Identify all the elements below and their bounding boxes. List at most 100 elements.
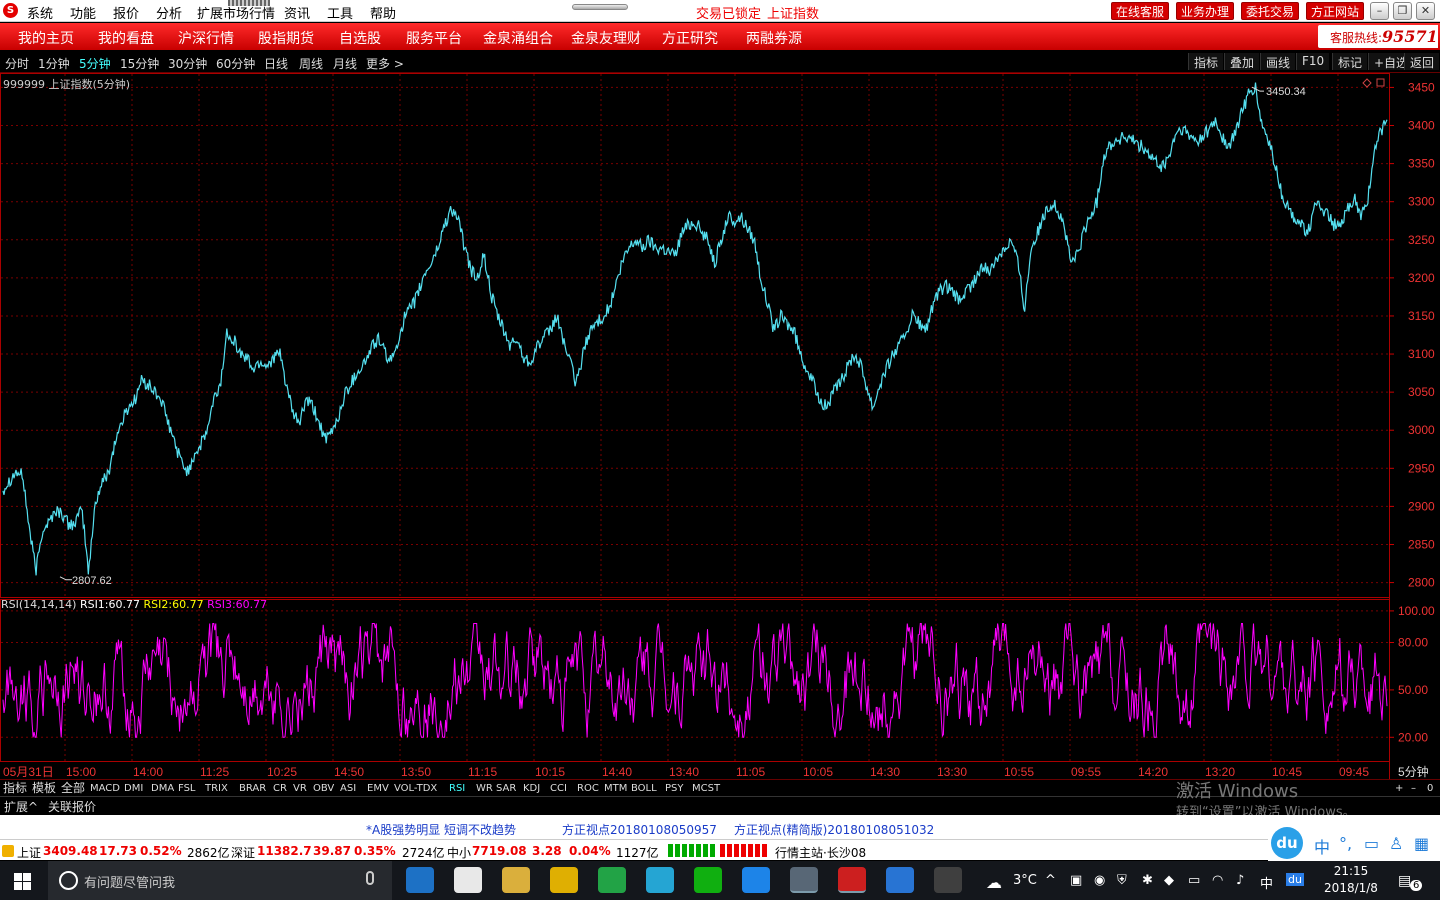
diamond-icon[interactable]: [1362, 78, 1372, 88]
weather-icon[interactable]: ☁: [986, 873, 1002, 892]
indicator-tab-m1[interactable]: 模板: [32, 781, 56, 796]
indicator-tab-roc[interactable]: ROC: [577, 781, 599, 796]
period-1min[interactable]: 1分钟: [38, 55, 70, 72]
indicator-tab-vr[interactable]: VR: [293, 781, 307, 796]
explorer-icon[interactable]: [502, 867, 530, 893]
zoom-out-button[interactable]: –: [1411, 781, 1416, 796]
period-30min[interactable]: 30分钟: [168, 55, 207, 72]
indicator-tab-cr[interactable]: CR: [273, 781, 287, 796]
indicator-tab-dma[interactable]: DMA: [151, 781, 174, 796]
terminal-icon[interactable]: [934, 867, 962, 893]
founder-icon[interactable]: [838, 867, 866, 893]
tool-indicator[interactable]: 指标: [1188, 53, 1224, 70]
indicator-tab-obv[interactable]: OBV: [313, 781, 334, 796]
online-service-button[interactable]: 在线客服: [1111, 2, 1170, 20]
windows-start-icon[interactable]: [14, 873, 31, 890]
zx-index-label[interactable]: 中小: [447, 844, 471, 861]
news-item[interactable]: 方正视点(精简版)20180108051032: [734, 821, 934, 838]
indicator-tab-asi[interactable]: ASI: [340, 781, 356, 796]
weather-temp[interactable]: 3°C: [1013, 873, 1037, 888]
minimize-icon[interactable]: –: [1370, 2, 1389, 20]
indicator-tab-fsl[interactable]: FSL: [178, 781, 196, 796]
nav-hs-market[interactable]: 沪深行情: [178, 28, 234, 48]
server-status[interactable]: 行情主站·长沙08: [775, 844, 866, 861]
volume-slider[interactable]: [572, 4, 628, 10]
indicator-tab-dmi[interactable]: DMI: [124, 781, 143, 796]
indicator-tab-mcst[interactable]: MCST: [692, 781, 720, 796]
tool-mark[interactable]: 标记: [1332, 53, 1368, 70]
period-tick[interactable]: 分时: [5, 55, 29, 72]
period-day[interactable]: 日线: [264, 55, 288, 72]
tray-app-icon[interactable]: ▣: [1070, 873, 1082, 888]
chart-canvas[interactable]: 3450 3400 3350 3300 3250 3200 3150 3100 3050 3000…: [0, 73, 1440, 779]
indicator-tab-rsi[interactable]: RSI: [449, 781, 465, 796]
baidu-tray-icon[interactable]: du: [1286, 873, 1304, 886]
browser-360-icon[interactable]: [550, 867, 578, 893]
menu-extended-market[interactable]: 扩展市场行情: [197, 3, 275, 22]
indicator-tab-trix[interactable]: TRIX: [205, 781, 228, 796]
iqiyi-icon[interactable]: [694, 867, 722, 893]
green-app-icon[interactable]: [598, 867, 626, 893]
tray-expand-icon[interactable]: ^: [1045, 873, 1056, 888]
ime-lang-icon[interactable]: 中: [1314, 834, 1330, 858]
indicator-tab-m2[interactable]: 全部: [61, 781, 85, 796]
ime-user-icon[interactable]: ♙: [1389, 834, 1403, 853]
menu-function[interactable]: 功能: [70, 3, 96, 22]
related-quote-tab[interactable]: 关联报价: [48, 798, 96, 815]
period-month[interactable]: 月线: [333, 55, 357, 72]
period-15min[interactable]: 15分钟: [120, 55, 159, 72]
rsi3-line[interactable]: [2, 622, 1388, 738]
indicator-tab-voltdx[interactable]: VOL-TDX: [394, 781, 437, 796]
bluetooth-icon[interactable]: ✱: [1142, 873, 1153, 888]
store-icon[interactable]: [454, 867, 482, 893]
nav-service-platform[interactable]: 服务平台: [406, 28, 462, 48]
menu-system[interactable]: 系统: [27, 3, 53, 22]
baidu-ime-logo-icon[interactable]: du: [1271, 827, 1303, 859]
entrust-trade-button[interactable]: 委托交易: [1241, 2, 1300, 20]
nav-home[interactable]: 我的主页: [18, 28, 74, 48]
period-more[interactable]: 更多 >: [366, 55, 404, 72]
sh-index-label[interactable]: 上证: [17, 844, 41, 861]
indicator-tab-emv[interactable]: EMV: [367, 781, 389, 796]
microphone-icon[interactable]: [366, 871, 374, 885]
business-button[interactable]: 业务办理: [1176, 2, 1235, 20]
volume-icon[interactable]: ♪: [1236, 873, 1244, 888]
tool-back[interactable]: 返回: [1404, 53, 1440, 70]
news-item[interactable]: *A股强势明显 短调不改趋势: [366, 821, 516, 838]
nav-research[interactable]: 方正研究: [662, 28, 718, 48]
zoom-in-button[interactable]: +: [1395, 781, 1403, 796]
cortana-search-box[interactable]: 有问题尽管问我: [48, 861, 392, 900]
news-item[interactable]: 方正视点20180108050957: [562, 821, 717, 838]
nav-index-futures[interactable]: 股指期货: [258, 28, 314, 48]
edge-icon[interactable]: [406, 867, 434, 893]
nav-wealth[interactable]: 金泉友理财: [571, 28, 641, 48]
ime-punct-icon[interactable]: °,: [1339, 834, 1352, 853]
close-icon[interactable]: ✕: [1416, 2, 1435, 20]
indicator-tab-psy[interactable]: PSY: [665, 781, 684, 796]
shield-icon[interactable]: ⛨: [1117, 873, 1127, 888]
tray-app-icon[interactable]: ◉: [1094, 873, 1105, 888]
indicator-tab-macd[interactable]: MACD: [90, 781, 120, 796]
nav-watchlist[interactable]: 自选股: [339, 28, 381, 48]
network-icon[interactable]: ◠: [1212, 873, 1223, 888]
ime-menu-icon[interactable]: ▦: [1414, 834, 1429, 853]
indicator-tab-brar[interactable]: BRAR: [239, 781, 266, 796]
indicator-tab-kdj[interactable]: KDJ: [523, 781, 540, 796]
tool-draw[interactable]: 画线: [1260, 53, 1296, 70]
nav-my-board[interactable]: 我的看盘: [98, 28, 154, 48]
ftp-icon[interactable]: [790, 867, 818, 893]
tool-f10[interactable]: F10: [1296, 53, 1330, 70]
menu-quote[interactable]: 报价: [113, 3, 139, 22]
extend-toggle[interactable]: 扩展^: [4, 798, 38, 815]
tool-overlay[interactable]: 叠加: [1224, 53, 1260, 70]
indicator-tab-sar[interactable]: SAR: [496, 781, 516, 796]
menu-tools[interactable]: 工具: [327, 3, 353, 22]
nav-portfolio[interactable]: 金泉涌组合: [483, 28, 553, 48]
ie-icon[interactable]: [742, 867, 770, 893]
display-icon[interactable]: ▭: [1188, 873, 1200, 888]
menu-help[interactable]: 帮助: [370, 3, 396, 22]
indicator-tab-cci[interactable]: CCI: [550, 781, 567, 796]
panel-maximize-icon[interactable]: [1376, 78, 1385, 87]
reset-button[interactable]: 0: [1427, 781, 1433, 796]
wps-icon[interactable]: [886, 867, 914, 893]
